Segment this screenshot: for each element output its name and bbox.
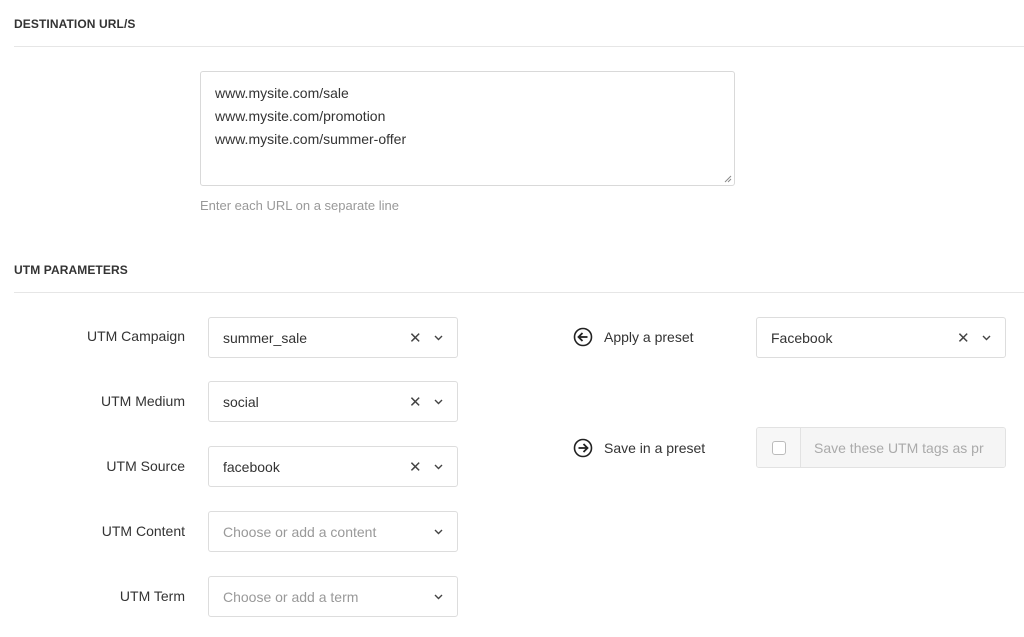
chevron-down-icon[interactable] [433,594,443,600]
arrow-right-circle-icon [573,438,593,458]
url-line: www.mysite.com/promotion [215,108,386,124]
url-line: www.mysite.com/summer-offer [215,131,407,147]
chevron-down-icon[interactable] [433,335,443,341]
save-preset-text: Save in a preset [604,440,706,456]
apply-preset-value: Facebook [771,329,833,346]
utm-medium-select[interactable]: social ✕ [208,381,458,422]
utm-campaign-value: summer_sale [223,329,308,346]
utm-divider [14,292,1024,293]
chevron-down-icon[interactable] [433,399,443,405]
url-line: www.mysite.com/sale [215,85,349,101]
clear-icon[interactable]: ✕ [957,329,970,347]
utm-section-title: UTM PARAMETERS [14,263,128,277]
utm-source-value: facebook [223,458,280,475]
destination-urls-textarea[interactable]: www.mysite.com/sale www.mysite.com/promo… [200,71,735,186]
save-preset-checkbox[interactable] [771,440,786,455]
chevron-down-icon[interactable] [433,464,443,470]
utm-source-select[interactable]: facebook ✕ [208,446,458,487]
clear-icon[interactable]: ✕ [409,329,422,347]
utm-campaign-select[interactable]: summer_sale ✕ [208,317,458,358]
apply-preset-text: Apply a preset [604,329,694,345]
chevron-down-icon[interactable] [433,529,443,535]
utm-content-select[interactable]: Choose or add a content [208,511,458,552]
utm-term-label: UTM Term [119,588,185,604]
destination-section-title: DESTINATION URL/S [14,17,136,31]
apply-preset-label: Apply a preset [573,327,694,347]
resize-grip-icon[interactable] [724,175,732,183]
utm-term-select[interactable]: Choose or add a term [208,576,458,617]
arrow-left-circle-icon [573,327,593,347]
utm-medium-label: UTM Medium [100,393,185,409]
apply-preset-select[interactable]: Facebook ✕ [756,317,1006,358]
destination-hint: Enter each URL on a separate line [200,198,399,213]
clear-icon[interactable]: ✕ [409,458,422,476]
utm-medium-value: social [223,393,259,410]
utm-content-placeholder: Choose or add a content [223,523,377,540]
destination-divider [14,46,1024,47]
utm-campaign-label: UTM Campaign [86,328,185,344]
save-preset-label: Save in a preset [573,438,705,458]
utm-content-label: UTM Content [101,523,185,539]
save-preset-name-input[interactable]: Save these UTM tags as pr [801,428,1005,467]
save-preset-checkbox-area[interactable] [757,428,801,467]
utm-term-placeholder: Choose or add a term [223,588,359,605]
save-preset-group: Save these UTM tags as pr [756,427,1006,468]
chevron-down-icon[interactable] [981,335,991,341]
clear-icon[interactable]: ✕ [409,393,422,411]
utm-source-label: UTM Source [106,458,185,474]
